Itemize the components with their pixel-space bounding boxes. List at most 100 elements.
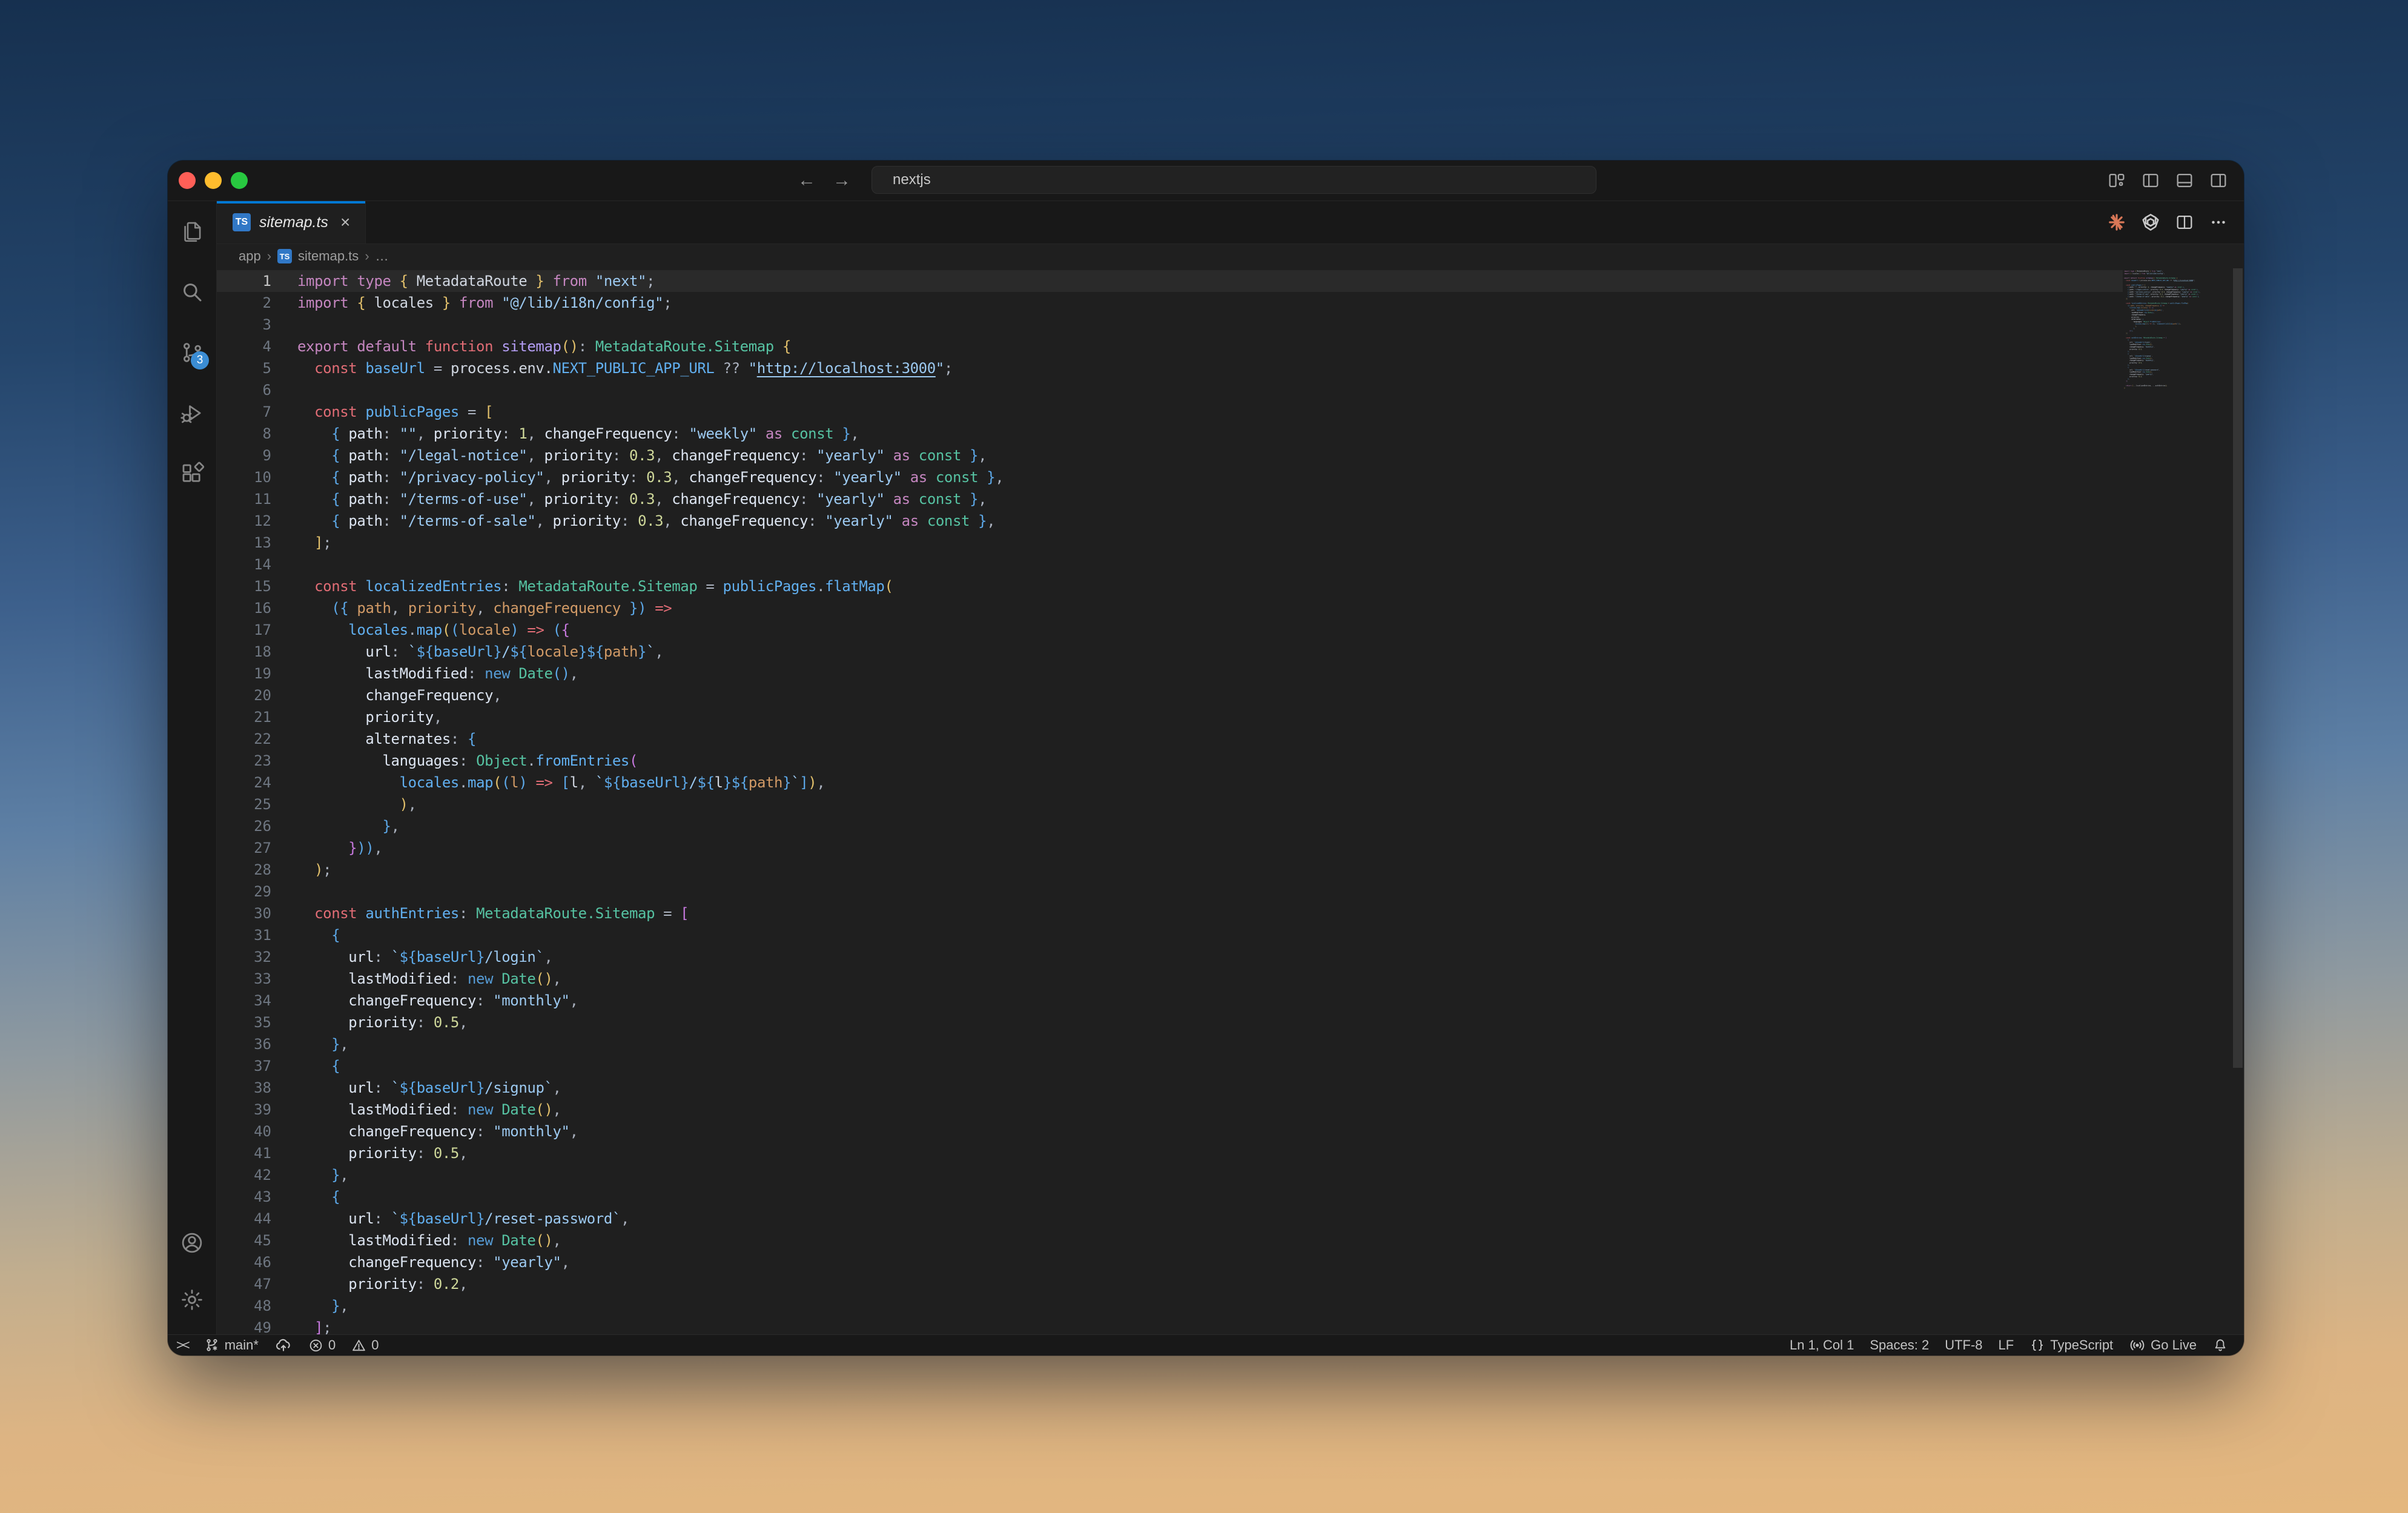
code-line-11[interactable]: 11 { path: "/terms-of-use", priority: 0.… (217, 488, 2123, 510)
tab-label: sitemap.ts (259, 213, 328, 231)
code-line-6[interactable]: 6 (217, 379, 2123, 401)
code-line-17[interactable]: 17 locales.map((locale) => ({ (217, 619, 2123, 641)
code-line-20[interactable]: 20 changeFrequency, (217, 684, 2123, 706)
line-number: 12 (254, 512, 271, 529)
line-number: 19 (254, 665, 271, 682)
code-line-2[interactable]: 2 import { locales } from "@/lib/i18n/con… (217, 292, 2123, 314)
code-line-23[interactable]: 23 languages: Object.fromEntries( (217, 750, 2123, 772)
line-number: 35 (254, 1014, 271, 1031)
code-line-30[interactable]: 30 const authEntries: MetadataRoute.Site… (217, 902, 2123, 924)
claude-icon[interactable] (2100, 206, 2134, 239)
code-line-33[interactable]: 33 lastModified: new Date(), (217, 968, 2123, 990)
statusbar-notifications[interactable] (2212, 1335, 2228, 1356)
code-line-38[interactable]: 38 url: `${baseUrl}/signup`, (217, 1077, 2123, 1099)
code-line-9[interactable]: 9 { path: "/legal-notice", priority: 0.3… (217, 445, 2123, 466)
code-line-16[interactable]: 16 ({ path, priority, changeFrequency })… (217, 597, 2123, 619)
code-line-35[interactable]: 35 priority: 0.5, (217, 1011, 2123, 1033)
code-line-3[interactable]: 3 (217, 314, 2123, 336)
command-center-search[interactable]: nextjs (872, 166, 1596, 194)
code-line-31[interactable]: 31 { (217, 924, 2123, 946)
code-line-49[interactable]: 49 ]; (217, 1317, 2123, 1334)
openai-icon[interactable] (2134, 206, 2168, 239)
code-line-14[interactable]: 14 (217, 554, 2123, 575)
code-line-4[interactable]: 4 export default function sitemap(): Meta… (217, 336, 2123, 357)
code-line-12[interactable]: 12 { path: "/terms-of-sale", priority: 0… (217, 510, 2123, 532)
scrollbar-slider[interactable] (2233, 268, 2243, 1068)
code-line-7[interactable]: 7 const publicPages = [ (217, 401, 2123, 423)
code-line-24[interactable]: 24 locales.map((l) => [l, `${baseUrl}/${… (217, 772, 2123, 793)
line-number: 37 (254, 1058, 271, 1074)
code-line-15[interactable]: 15 const localizedEntries: MetadataRoute… (217, 575, 2123, 597)
line-number: 15 (254, 578, 271, 595)
code-line-26[interactable]: 26 }, (217, 815, 2123, 837)
code-line-10[interactable]: 10 { path: "/privacy-policy", priority: … (217, 466, 2123, 488)
statusbar-indentation[interactable]: Spaces: 2 (1870, 1335, 1929, 1356)
customize-layout-icon[interactable] (2100, 165, 2134, 196)
code-line-47[interactable]: 47 priority: 0.2, (217, 1273, 2123, 1295)
breadcrumb-item--[interactable]: … (375, 248, 389, 264)
code-line-21[interactable]: 21 priority, (217, 706, 2123, 728)
code-line-1[interactable]: 1 import type { MetadataRoute } from "nex… (217, 270, 2123, 292)
breadcrumb-item-app[interactable]: app (239, 248, 261, 264)
code-line-27[interactable]: 27 })), (217, 837, 2123, 859)
activitybar-settings[interactable] (168, 1271, 216, 1328)
code-line-5[interactable]: 5 const baseUrl = process.env.NEXT_PUBLI… (217, 357, 2123, 379)
code-line-41[interactable]: 41 priority: 0.5, (217, 1142, 2123, 1164)
nav-forward-icon[interactable]: → (833, 170, 851, 191)
minimap[interactable]: import type { MetadataRoute } from "next… (2122, 270, 2232, 1334)
tab-sitemap-ts[interactable]: TS sitemap.ts × (217, 201, 366, 243)
code-line-29[interactable]: 29 (217, 881, 2123, 902)
activitybar-extensions[interactable] (168, 443, 216, 504)
statusbar-publish-changes[interactable] (274, 1335, 293, 1356)
toggle-secondary-sidebar-icon[interactable] (2201, 165, 2235, 196)
code-area[interactable]: 1 import type { MetadataRoute } from "nex… (217, 270, 2123, 1334)
code-line-8[interactable]: 8 { path: "", priority: 1, changeFrequen… (217, 423, 2123, 445)
line-number: 3 (262, 316, 271, 333)
statusbar-remote-indicator[interactable]: >< (176, 1335, 190, 1356)
statusbar-eol[interactable]: LF (1999, 1335, 2014, 1356)
code-line-34[interactable]: 34 changeFrequency: "monthly", (217, 990, 2123, 1011)
statusbar-warnings[interactable]: 0 (351, 1335, 379, 1356)
code-line-13[interactable]: 13 ]; (217, 532, 2123, 554)
code-line-44[interactable]: 44 url: `${baseUrl}/reset-password`, (217, 1208, 2123, 1230)
code-line-37[interactable]: 37 { (217, 1055, 2123, 1077)
more-actions-icon[interactable] (2201, 206, 2235, 239)
window-close-button[interactable] (179, 172, 196, 189)
tab-close-icon[interactable]: × (340, 213, 350, 232)
code-line-42[interactable]: 42 }, (217, 1164, 2123, 1186)
code-line-48[interactable]: 48 }, (217, 1295, 2123, 1317)
code-line-36[interactable]: 36 }, (217, 1033, 2123, 1055)
code-line-22[interactable]: 22 alternates: { (217, 728, 2123, 750)
statusbar-cursor-position[interactable]: Ln 1, Col 1 (1790, 1335, 1854, 1356)
statusbar-errors[interactable]: 0 (308, 1335, 336, 1356)
code-line-25[interactable]: 25 ), (217, 793, 2123, 815)
activitybar-search[interactable] (168, 262, 216, 322)
window-zoom-button[interactable] (231, 172, 248, 189)
activitybar-accounts[interactable] (168, 1214, 216, 1271)
code-line-18[interactable]: 18 url: `${baseUrl}/${locale}${path}`, (217, 641, 2123, 663)
statusbar-git-branch[interactable]: ✱ main* (204, 1335, 259, 1356)
nav-back-icon[interactable]: ← (798, 170, 816, 191)
split-editor-icon[interactable] (2168, 206, 2201, 239)
code-line-39[interactable]: 39 lastModified: new Date(), (217, 1099, 2123, 1121)
code-line-40[interactable]: 40 changeFrequency: "monthly", (217, 1121, 2123, 1142)
code-line-45[interactable]: 45 lastModified: new Date(), (217, 1230, 2123, 1251)
toggle-panel-icon[interactable] (2168, 165, 2201, 196)
line-number: 29 (254, 883, 271, 900)
breadcrumb-item-sitemap-ts[interactable]: TS sitemap.ts (277, 248, 359, 264)
activitybar-run-debug[interactable] (168, 383, 216, 443)
window-minimize-button[interactable] (205, 172, 222, 189)
code-line-43[interactable]: 43 { (217, 1186, 2123, 1208)
statusbar-encoding[interactable]: UTF-8 (1945, 1335, 1982, 1356)
statusbar-go-live[interactable]: Go Live (2129, 1335, 2197, 1356)
editor-scrollbar[interactable] (2232, 268, 2244, 1334)
activitybar-source-control[interactable]: 3 (168, 322, 216, 383)
code-line-28[interactable]: 28 ); (217, 859, 2123, 881)
activitybar-explorer[interactable] (168, 201, 216, 262)
editor[interactable]: 1 import type { MetadataRoute } from "nex… (217, 268, 2244, 1334)
statusbar-language-mode[interactable]: TypeScript (2029, 1335, 2113, 1356)
toggle-primary-sidebar-icon[interactable] (2134, 165, 2168, 196)
code-line-32[interactable]: 32 url: `${baseUrl}/login`, (217, 946, 2123, 968)
code-line-19[interactable]: 19 lastModified: new Date(), (217, 663, 2123, 684)
code-line-46[interactable]: 46 changeFrequency: "yearly", (217, 1251, 2123, 1273)
